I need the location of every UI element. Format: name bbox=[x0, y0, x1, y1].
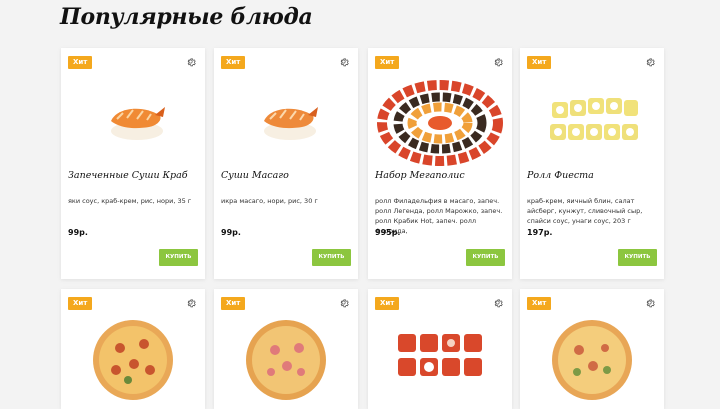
product-price: 99р. bbox=[68, 228, 88, 237]
product-image[interactable] bbox=[61, 307, 205, 407]
buy-button[interactable]: КУПИТЬ bbox=[618, 249, 657, 266]
product-image[interactable] bbox=[61, 70, 205, 176]
baked-crab-sushi-image bbox=[111, 107, 165, 140]
buy-button[interactable]: КУПИТЬ bbox=[312, 249, 351, 266]
product-image[interactable] bbox=[214, 70, 358, 176]
hit-badge: Хит bbox=[68, 56, 93, 69]
product-card[interactable]: Хит Суши Масаго икра масаго, нори, рис, … bbox=[214, 48, 358, 279]
product-name[interactable]: Запеченные Суши Краб bbox=[68, 170, 199, 181]
product-price: 197р. bbox=[527, 228, 553, 237]
product-name[interactable]: Набор Мегаполис bbox=[375, 170, 506, 181]
gear-icon[interactable] bbox=[493, 57, 504, 68]
pizza-image bbox=[93, 320, 173, 400]
product-name[interactable]: Ролл Фиеста bbox=[527, 170, 658, 181]
product-image[interactable] bbox=[520, 307, 664, 407]
buy-button[interactable]: КУПИТЬ bbox=[159, 249, 198, 266]
gear-icon[interactable] bbox=[186, 57, 197, 68]
product-card[interactable]: Хит bbox=[214, 289, 358, 409]
hit-badge: Хит bbox=[375, 56, 400, 69]
rolls-set-image bbox=[398, 334, 482, 376]
product-image[interactable] bbox=[214, 307, 358, 407]
gear-icon[interactable] bbox=[339, 57, 350, 68]
product-description: краб-крем, яичный блин, салат айсберг, к… bbox=[527, 197, 643, 225]
product-card[interactable]: Хит bbox=[520, 289, 664, 409]
product-image[interactable] bbox=[368, 307, 512, 407]
products-grid: Хит Запеченные Суши Краб яки соус, краб-… bbox=[0, 0, 720, 409]
product-price: 99р. bbox=[221, 228, 241, 237]
product-image[interactable] bbox=[368, 70, 512, 176]
hit-badge: Хит bbox=[221, 56, 246, 69]
product-card[interactable]: Хит bbox=[368, 289, 512, 409]
product-description: яки соус, краб-крем, рис, нори, 35 г bbox=[68, 197, 192, 205]
product-card[interactable]: Хит Запеченные Суши Краб яки соус, краб-… bbox=[61, 48, 205, 279]
product-price: 995р. bbox=[375, 228, 401, 237]
masago-sushi-image bbox=[264, 107, 318, 140]
hit-badge: Хит bbox=[527, 56, 552, 69]
pizza-image bbox=[246, 320, 326, 400]
product-name[interactable]: Суши Масаго bbox=[221, 170, 352, 181]
pizza-image bbox=[552, 320, 632, 400]
fiesta-roll-image bbox=[550, 98, 638, 140]
product-image[interactable] bbox=[520, 70, 664, 176]
buy-button[interactable]: КУПИТЬ bbox=[466, 249, 505, 266]
product-card[interactable]: Хит bbox=[61, 289, 205, 409]
gear-icon[interactable] bbox=[645, 57, 656, 68]
product-card[interactable]: Хит bbox=[520, 48, 664, 279]
product-description: икра масаго, нори, рис, 30 г bbox=[221, 197, 318, 205]
megapolis-set-image bbox=[377, 80, 503, 166]
product-card[interactable]: Хит Набор Мегаполис ролл Филадельфия в м… bbox=[368, 48, 512, 279]
